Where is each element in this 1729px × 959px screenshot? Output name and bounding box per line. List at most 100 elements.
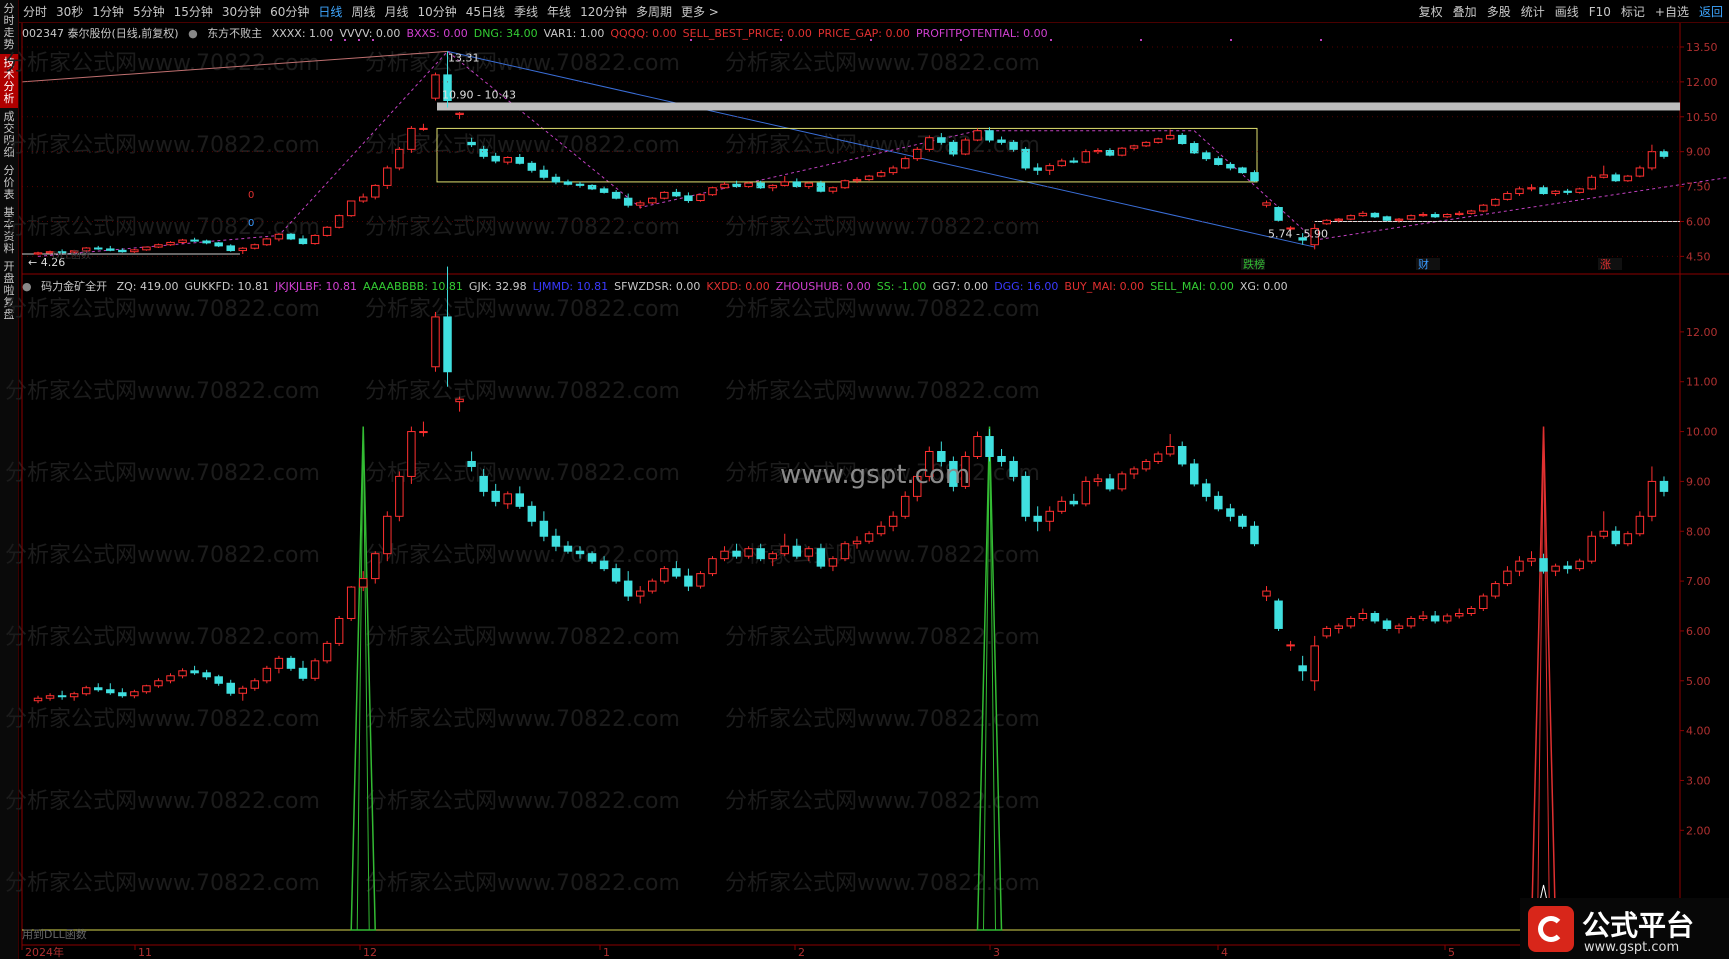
upper-candle <box>563 181 573 185</box>
upper-candle <box>298 238 308 245</box>
lower-candle <box>1298 665 1307 672</box>
upper-candle <box>250 244 260 249</box>
range-label-1: 10.90 - 10.43 <box>442 88 516 101</box>
lower-candle <box>1262 590 1271 597</box>
upper-candle <box>1467 210 1476 214</box>
lower-candle <box>648 580 657 592</box>
upper-candle <box>371 184 380 198</box>
upper-candle <box>720 183 729 189</box>
lower-candle <box>286 657 296 669</box>
upper-candle <box>1659 151 1669 157</box>
upper-candle <box>1202 152 1211 160</box>
lower-y-tick: 5.00 <box>1686 675 1711 688</box>
lower-candle <box>551 535 561 547</box>
upper-y-tick: 4.50 <box>1686 250 1711 263</box>
settings-icon[interactable]: ● <box>188 27 198 40</box>
lower-candle <box>371 553 380 580</box>
lower-candle <box>1310 645 1319 682</box>
lower-candle <box>491 490 500 502</box>
high-label: 13.31 <box>448 51 480 64</box>
lower-candle <box>1635 515 1645 535</box>
signal-spike <box>1530 426 1557 931</box>
lower-value-12: BUY_MAI: 0.00 <box>1064 280 1145 293</box>
lower-candle <box>828 558 838 567</box>
upper-candle <box>383 167 392 186</box>
lower-candle <box>864 533 874 542</box>
time-axis-label: 2024年 <box>25 945 64 959</box>
watermark-repeat: 分析家公式网www.70822.com <box>365 625 680 650</box>
lower-candle <box>900 495 910 517</box>
settings-icon[interactable]: ● <box>22 280 32 293</box>
upper-candle <box>539 169 549 178</box>
upper-candle <box>1021 148 1030 169</box>
lower-candle <box>1346 617 1356 627</box>
upper-candle <box>431 74 440 99</box>
time-axis-label: 2 <box>798 946 805 959</box>
lower-candle <box>720 550 729 560</box>
upper-candle <box>1069 160 1079 163</box>
watermark-repeat: 分析家公式网www.70822.com <box>365 51 680 76</box>
lower-candle <box>1406 617 1416 627</box>
resistance-band <box>437 102 1680 111</box>
lower-candle <box>154 680 163 687</box>
lower-candle <box>322 642 332 662</box>
lower-candle <box>81 687 91 695</box>
lower-value-14: XG: 0.00 <box>1239 280 1288 293</box>
upper-candle <box>1611 174 1621 182</box>
signal-spike-inner <box>356 426 370 931</box>
watermark-repeat: 分析家公式网www.70822.com <box>5 379 320 404</box>
upper-candle <box>949 141 958 155</box>
lower-y-tick: 6.00 <box>1686 625 1711 638</box>
upper-candle <box>1635 167 1645 177</box>
lower-candle <box>118 692 127 697</box>
lower-candle <box>166 675 175 682</box>
watermark-repeat: 分析家公式网www.70822.com <box>5 461 320 486</box>
lower-candle <box>106 689 115 694</box>
upper-candle <box>864 175 874 181</box>
upper-candle <box>1153 138 1163 143</box>
lower-candle <box>1105 478 1115 490</box>
lower-value-10: GG7: 0.00 <box>932 280 989 293</box>
lower-candle <box>587 553 597 562</box>
lower-candle <box>358 578 368 588</box>
lower-indicator-name[interactable]: 码力金矿全开 <box>41 280 107 293</box>
upper-candle <box>756 182 765 189</box>
upper-candle <box>599 188 609 193</box>
lower-candle <box>1202 483 1211 497</box>
lower-candle <box>94 687 103 691</box>
upper-candle <box>660 191 669 199</box>
badge-label: 涨 <box>1600 258 1611 271</box>
lower-value-9: SS: -1.00 <box>876 280 927 293</box>
watermark-repeat: 分析家公式网www.70822.com <box>365 297 680 322</box>
upper-candle <box>178 239 187 243</box>
lower-candle <box>202 672 211 678</box>
lower-candle <box>660 568 669 582</box>
lower-legend: ● 码力金矿全开 ZQ: 419.00 GUKKFD: 10.81 JKJKJLBF… <box>22 278 1294 294</box>
lower-candle <box>226 682 235 694</box>
lower-candle <box>997 455 1006 462</box>
upper-indicator-name[interactable]: 东方不败主 <box>207 27 262 40</box>
upper-candle <box>1238 167 1247 174</box>
signal-dot <box>1230 39 1232 41</box>
lower-candle <box>57 695 67 698</box>
lower-value-6: SFWZDSR: 0.00 <box>614 280 701 293</box>
lower-value-1: GUKKFD: 10.81 <box>184 280 270 293</box>
lower-candle <box>1009 460 1018 477</box>
lower-candle <box>1623 533 1633 545</box>
lower-candle <box>1479 595 1488 610</box>
upper-candle <box>1539 187 1548 195</box>
upper-candle <box>732 183 741 188</box>
upper-candle <box>792 181 802 188</box>
lower-candle <box>1551 565 1560 572</box>
upper-value-8: PROFITPOTENTIAL: 0.00 <box>915 27 1048 40</box>
lower-candle <box>1442 615 1452 622</box>
lower-y-tick: 10.00 <box>1686 426 1718 439</box>
upper-candle <box>130 249 139 253</box>
upper-candle <box>1406 215 1416 220</box>
lower-candle <box>1430 615 1440 622</box>
upper-candle <box>154 244 163 248</box>
watermark-repeat: 分析家公式网www.70822.com <box>365 871 680 896</box>
lower-candle <box>575 550 585 555</box>
upper-candle <box>1274 207 1283 221</box>
lower-candle <box>623 580 633 597</box>
